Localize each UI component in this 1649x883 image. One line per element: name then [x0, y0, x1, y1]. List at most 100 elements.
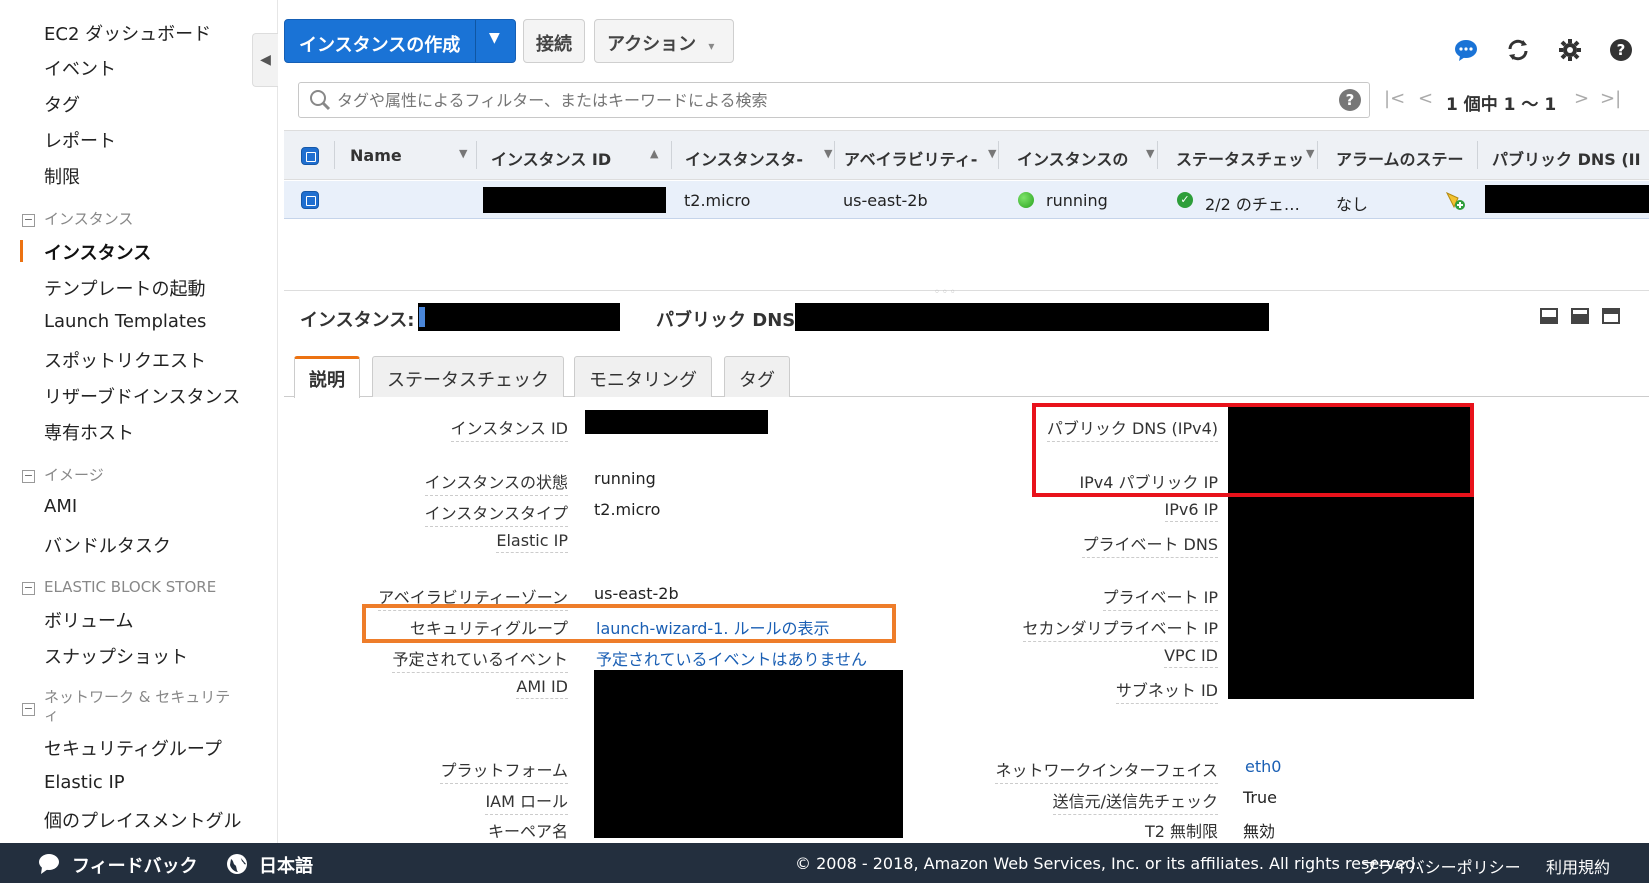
globe-icon[interactable]: [226, 853, 248, 875]
refresh-icon[interactable]: [1506, 38, 1530, 62]
language-selector[interactable]: 日本語: [259, 852, 313, 878]
pane-splitter[interactable]: ◦◦◦: [284, 287, 1649, 298]
value-network-interface-link[interactable]: eth0: [1245, 757, 1281, 776]
highlight-box-public-dns-ip: [1032, 403, 1474, 497]
cell-instance-state: running: [1046, 191, 1108, 210]
redacted-public-dns: [795, 303, 1269, 331]
sidebar-item-elastic-ip[interactable]: Elastic IP: [44, 772, 125, 793]
layout-full-icon[interactable]: [1602, 308, 1620, 324]
launch-instance-label: インスタンスの作成: [299, 35, 461, 56]
sidebar-item-reserved-instances[interactable]: リザーブドインスタンス: [44, 383, 240, 409]
copyright-text: © 2008 - 2018, Amazon Web Services, Inc.…: [795, 854, 1421, 873]
select-all-checkbox[interactable]: [301, 147, 319, 165]
chevron-down-icon[interactable]: ▼: [824, 147, 832, 160]
footer: フィードバック 日本語 © 2008 - 2018, Amazon Web Se…: [0, 843, 1649, 883]
last-page-icon[interactable]: >|: [1600, 88, 1621, 109]
column-header-public-dns[interactable]: パブリック DNS (II: [1492, 146, 1649, 170]
chevron-down-icon[interactable]: ▼: [1306, 147, 1314, 160]
layout-bottom-icon[interactable]: [1540, 308, 1558, 324]
search-input[interactable]: [337, 87, 1317, 113]
cell-availability-zone: us-east-2b: [843, 191, 928, 210]
sidebar-collapse-button[interactable]: ◀: [252, 33, 278, 87]
chevron-down-icon: ▾: [708, 39, 715, 53]
sidebar-item-snapshots[interactable]: スナップショット: [44, 643, 188, 669]
tab-description[interactable]: 説明: [294, 356, 360, 398]
prev-page-icon[interactable]: <: [1418, 88, 1433, 109]
feedback-icon[interactable]: [38, 853, 60, 875]
gear-icon[interactable]: [1558, 38, 1582, 62]
sidebar-item-security-groups[interactable]: セキュリティグループ: [44, 735, 222, 761]
terms-link[interactable]: 利用規約: [1546, 854, 1610, 878]
highlight-box-security-group: [362, 604, 896, 643]
next-page-icon[interactable]: >: [1574, 88, 1589, 109]
tab-monitoring[interactable]: モニタリング: [574, 356, 712, 397]
sidebar-item-dashboard[interactable]: EC2 ダッシュボード: [44, 20, 211, 46]
cell-instance-type: t2.micro: [684, 191, 751, 210]
sidebar-item-spot-requests[interactable]: スポットリクエスト: [44, 347, 206, 373]
collapse-icon[interactable]: −: [22, 470, 35, 483]
help-icon[interactable]: ?: [1609, 38, 1633, 62]
privacy-policy-link[interactable]: プライバシーポリシー: [1361, 854, 1521, 878]
sidebar-item-placement-groups[interactable]: 個のプレイスメントグル: [44, 807, 241, 833]
help-icon[interactable]: ?: [1339, 89, 1361, 111]
label-scheduled-events: 予定されているイベント: [392, 646, 568, 673]
caret-down-icon[interactable]: ▼: [489, 30, 500, 46]
tab-status-checks[interactable]: ステータスチェック: [372, 356, 564, 397]
value-t2-unlimited: 無効: [1243, 822, 1276, 841]
sort-asc-icon[interactable]: ▲: [650, 147, 658, 160]
redacted-instance-id: [585, 410, 768, 434]
add-alarm-icon[interactable]: [1444, 189, 1466, 211]
sidebar-item-launch-templates[interactable]: Launch Templates: [44, 311, 206, 332]
column-header-availability-zone[interactable]: アベイラビリティ‐: [844, 146, 989, 170]
label-iam-role: IAM ロール: [485, 788, 568, 815]
launch-instance-button[interactable]: インスタンスの作成 ▼: [284, 19, 516, 63]
column-header-name[interactable]: Name: [350, 146, 460, 165]
chat-icon[interactable]: [1454, 38, 1478, 62]
value-instance-state: running: [594, 469, 656, 488]
tab-tags[interactable]: タグ: [724, 356, 790, 397]
collapse-icon[interactable]: −: [22, 582, 35, 595]
actions-button[interactable]: アクション ▾: [594, 19, 734, 63]
sidebar-item-volumes[interactable]: ボリューム: [44, 607, 133, 633]
cell-status-checks: 2/2 のチェ…: [1205, 195, 1300, 214]
value-instance-type: t2.micro: [594, 500, 661, 519]
sidebar: EC2 ダッシュボード イベント タグ レポート 制限 − インスタンス インス…: [0, 0, 278, 843]
label-ipv6-ip: IPv6 IP: [1164, 500, 1218, 522]
drag-handle-icon[interactable]: ◦◦◦: [934, 287, 958, 298]
value-source-dest-check: True: [1243, 788, 1277, 807]
column-header-instance-id[interactable]: インスタンス ID: [491, 146, 641, 170]
sidebar-item-reports[interactable]: レポート: [44, 127, 116, 153]
value-scheduled-events-link[interactable]: 予定されているイベントはありません: [596, 646, 867, 670]
label-t2-unlimited: T2 無制限: [1144, 818, 1218, 845]
feedback-link[interactable]: フィードバック: [72, 852, 198, 878]
sidebar-item-events[interactable]: イベント: [44, 55, 116, 81]
sidebar-item-dedicated-hosts[interactable]: 専有ホスト: [44, 419, 134, 445]
search-icon: [309, 89, 331, 111]
table-row[interactable]: t2.micro us-east-2b running ✓ 2/2 のチェ… な…: [284, 181, 1649, 219]
chevron-down-icon[interactable]: ▼: [988, 147, 996, 160]
layout-split-icon[interactable]: [1571, 308, 1589, 324]
connect-button[interactable]: 接続: [523, 19, 585, 63]
column-header-instance-type[interactable]: インスタンスタ‐: [685, 146, 825, 170]
sidebar-item-bundle-tasks[interactable]: バンドルタスク: [44, 532, 171, 558]
column-header-instance-state[interactable]: インスタンスの: [1017, 146, 1147, 170]
table-header: Name ▼ インスタンス ID ▲ インスタンスタ‐ ▼ アベイラビリティ‐ …: [284, 130, 1649, 180]
collapse-icon[interactable]: −: [22, 703, 35, 716]
detail-instance-label: インスタンス:: [300, 310, 415, 331]
first-page-icon[interactable]: |<: [1384, 88, 1405, 109]
chevron-down-icon[interactable]: ▼: [1146, 147, 1154, 160]
column-header-status-checks[interactable]: ステータスチェッ: [1176, 146, 1306, 170]
sidebar-item-instances[interactable]: インスタンス: [44, 239, 151, 265]
sidebar-item-launch-templates-ja[interactable]: テンプレートの起動: [44, 275, 205, 301]
sidebar-item-ami[interactable]: AMI: [44, 496, 77, 517]
sidebar-item-limits[interactable]: 制限: [44, 163, 80, 189]
sidebar-item-tags[interactable]: タグ: [44, 91, 80, 117]
chevron-down-icon[interactable]: ▼: [459, 147, 467, 160]
row-checkbox[interactable]: [301, 191, 319, 209]
column-header-alarm-status[interactable]: アラームのステー: [1336, 146, 1466, 170]
ec2-console: EC2 ダッシュボード イベント タグ レポート 制限 − インスタンス インス…: [0, 0, 1649, 883]
label-network-interfaces: ネットワークインターフェイス: [995, 757, 1218, 784]
check-icon: ✓: [1177, 192, 1193, 208]
redacted-ami-platform-iam-keypair: [594, 670, 903, 838]
collapse-icon[interactable]: −: [22, 214, 35, 227]
